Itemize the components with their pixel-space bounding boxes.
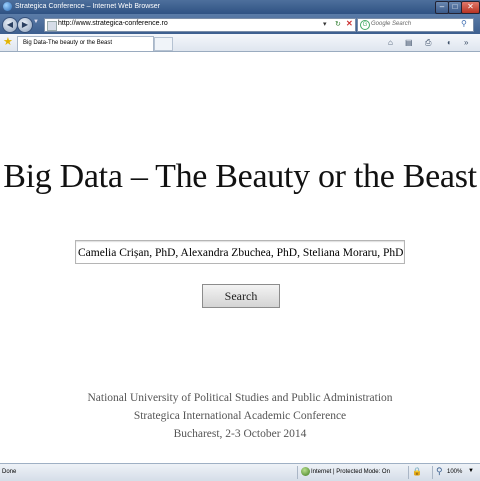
forward-button[interactable]: ▶ (17, 17, 33, 33)
tab-title: Big Data-The beauty or the Beast (23, 40, 113, 46)
page-headline: Big Data – The Beauty or the Beast (3, 158, 477, 195)
address-dropdown-icon[interactable]: ▾ (323, 20, 327, 28)
internet-zone-icon (301, 467, 310, 476)
search-box[interactable]: G Google Search ⚲ (357, 18, 474, 32)
search-button[interactable]: Search (202, 284, 280, 308)
tab-active[interactable]: Big Data-The beauty or the Beast (17, 36, 154, 51)
footer-date-location: Bucharest, 2-3 October 2014 (173, 428, 307, 440)
new-tab-button[interactable] (154, 37, 173, 51)
address-bar[interactable]: http://www.strategica-conference.ro ▾ ↻ … (44, 18, 356, 32)
minimize-button[interactable]: – (435, 1, 449, 14)
navigation-bar: ◀ ▶ ▼ http://www.strategica-conference.r… (0, 14, 480, 34)
zoom-icon[interactable]: ⚲ (436, 466, 443, 477)
security-zone-text[interactable]: Internet | Protected Mode: On (311, 469, 390, 475)
status-divider (408, 466, 409, 479)
page-icon (47, 21, 57, 31)
browser-logo-icon (3, 2, 12, 11)
footer-conference: Strategica International Academic Confer… (133, 410, 347, 422)
footer-university: National University of Political Studies… (87, 392, 393, 404)
status-divider (297, 466, 298, 479)
favorites-star-icon[interactable]: ★ (3, 35, 13, 49)
title-bar: Strategica Conference – Internet Web Bro… (0, 0, 480, 14)
page-footer: National University of Political Studies… (0, 389, 480, 443)
status-text: Done (2, 469, 17, 475)
window-title: Strategica Conference – Internet Web Bro… (15, 3, 161, 10)
search-placeholder[interactable]: Google Search (371, 21, 411, 27)
refresh-icon[interactable]: ↻ (335, 20, 341, 28)
search-provider-icon: G (360, 20, 370, 30)
status-bar: Done Internet | Protected Mode: On 🔒 ⚲ 1… (0, 463, 480, 481)
recent-pages-dropdown-icon[interactable]: ▼ (33, 19, 39, 25)
zoom-level[interactable]: 100% (447, 469, 462, 475)
search-go-icon[interactable]: ⚲ (461, 19, 467, 28)
zoom-dropdown-icon[interactable]: ▼ (468, 468, 474, 474)
feeds-icon[interactable]: ▤ (405, 38, 413, 47)
stop-icon[interactable]: ✕ (346, 19, 353, 28)
maximize-button[interactable]: □ (448, 1, 462, 14)
print-icon[interactable]: ⎙ (425, 38, 431, 48)
status-divider (432, 466, 433, 479)
home-icon[interactable]: ⌂ (388, 38, 393, 47)
page-menu-icon[interactable]: ◐ (447, 38, 452, 47)
close-button[interactable]: ✕ (461, 1, 480, 14)
back-button[interactable]: ◀ (2, 17, 18, 33)
authors-input[interactable]: Camelia Crișan, PhD, Alexandra Zbuchea, … (75, 240, 405, 264)
lock-icon[interactable]: 🔒 (412, 467, 422, 476)
tab-bar: ★ Big Data-The beauty or the Beast ⌂ ▤ ⎙… (0, 34, 480, 52)
tools-menu-icon[interactable]: » (464, 38, 468, 47)
address-url[interactable]: http://www.strategica-conference.ro (58, 20, 168, 27)
